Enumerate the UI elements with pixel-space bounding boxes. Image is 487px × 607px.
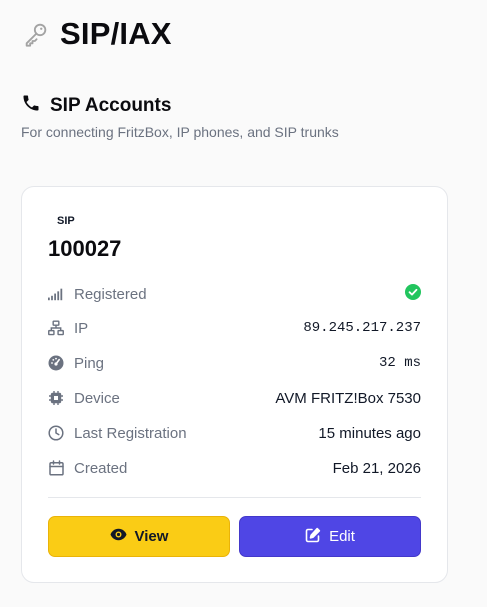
detail-row-device: Device AVM FRITZ!Box 7530	[48, 387, 421, 409]
view-button-label: View	[134, 528, 169, 545]
clock-icon	[48, 425, 64, 441]
detail-row-registered: Registered	[48, 283, 421, 305]
chip-icon	[48, 390, 64, 406]
sip-account-card: SIP 100027 Registered IP 89.245.217.237 …	[21, 186, 448, 583]
ip-address: 89.245.217.237	[303, 320, 421, 336]
detail-label: Ping	[74, 354, 105, 372]
detail-label: Created	[74, 459, 128, 477]
section-header: SIP Accounts	[21, 93, 171, 118]
calendar-icon	[48, 460, 64, 476]
section-subtitle: For connecting FritzBox, IP phones, and …	[21, 124, 339, 140]
edit-icon	[305, 527, 321, 547]
key-icon	[22, 20, 50, 48]
detail-row-ping: Ping 32 ms	[48, 352, 421, 374]
detail-label: Last Registration	[74, 424, 187, 442]
detail-row-created: Created Feb 21, 2026	[48, 457, 421, 479]
created-date: Feb 21, 2026	[332, 459, 421, 477]
signal-icon	[48, 286, 64, 302]
account-number: 100027	[48, 236, 122, 261]
detail-label: Device	[74, 389, 120, 407]
account-type-badge: SIP	[57, 215, 75, 227]
ping-value: 32 ms	[378, 355, 421, 371]
detail-label: Registered	[74, 285, 147, 303]
registered-status-icon	[405, 284, 421, 304]
gauge-icon	[48, 355, 64, 371]
view-button[interactable]: View	[48, 516, 230, 557]
page-header: SIP/IAX	[22, 16, 172, 52]
edit-button[interactable]: Edit	[239, 516, 421, 557]
detail-row-last-registration: Last Registration 15 minutes ago	[48, 422, 421, 444]
detail-label: IP	[74, 319, 89, 337]
detail-row-ip: IP 89.245.217.237	[48, 317, 421, 339]
network-icon	[48, 320, 64, 336]
edit-button-label: Edit	[329, 528, 355, 545]
last-registration-value: 15 minutes ago	[318, 424, 421, 442]
device-name: AVM FRITZ!Box 7530	[275, 389, 421, 407]
phone-icon	[21, 93, 41, 118]
section-title: SIP Accounts	[50, 94, 172, 116]
page-title: SIP/IAX	[60, 16, 172, 51]
card-divider	[48, 497, 421, 498]
eye-icon	[110, 528, 127, 545]
